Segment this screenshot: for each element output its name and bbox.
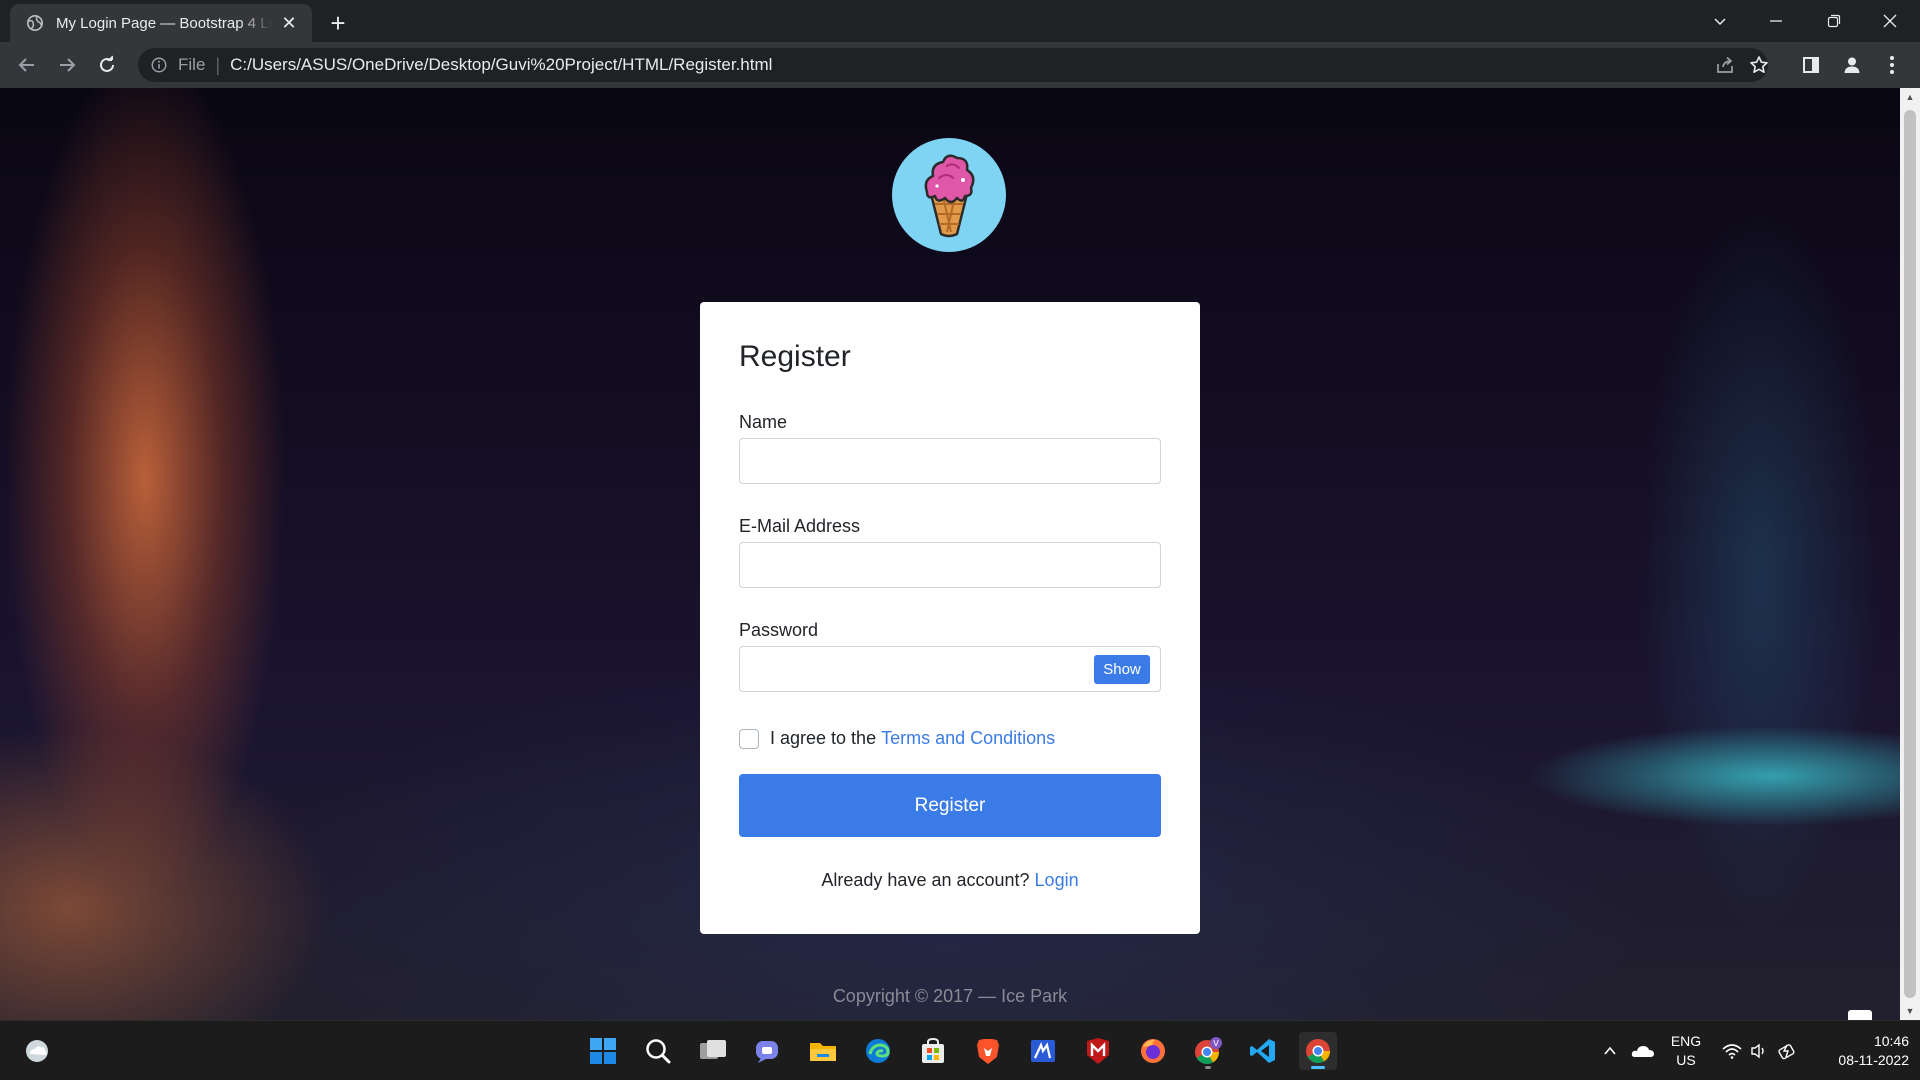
back-icon[interactable] bbox=[11, 49, 43, 81]
page-title: Register bbox=[739, 340, 851, 373]
address-bar[interactable]: File | C:/Users/ASUS/OneDrive/Desktop/Gu… bbox=[138, 48, 1768, 82]
vendor-app-icon[interactable] bbox=[1024, 1032, 1062, 1070]
clock[interactable]: 10:46 08-11-2022 bbox=[1808, 1021, 1914, 1080]
file-explorer-icon[interactable] bbox=[804, 1032, 842, 1070]
brave-icon[interactable] bbox=[969, 1032, 1007, 1070]
menu-icon[interactable] bbox=[1876, 49, 1908, 81]
page-viewport: Register Name E-Mail Address Password Sh… bbox=[0, 88, 1900, 1020]
register-button[interactable]: Register bbox=[739, 774, 1161, 837]
chrome-icon[interactable] bbox=[1299, 1032, 1337, 1070]
terms-agreement: I agree to the Terms and Conditions bbox=[739, 728, 1055, 749]
bookmark-star-icon[interactable] bbox=[1742, 48, 1776, 82]
terms-link[interactable]: Terms and Conditions bbox=[881, 728, 1055, 749]
password-label: Password bbox=[739, 620, 819, 640]
terms-checkbox[interactable] bbox=[739, 728, 759, 749]
battery-icon[interactable] bbox=[1774, 1021, 1802, 1080]
tab-search-icon[interactable] bbox=[1692, 0, 1748, 42]
close-window-icon[interactable] bbox=[1862, 0, 1918, 42]
floating-widget[interactable] bbox=[1848, 1010, 1872, 1020]
search-icon[interactable] bbox=[639, 1032, 677, 1070]
name-label: Name bbox=[739, 412, 788, 432]
mcafee-icon[interactable] bbox=[1079, 1032, 1117, 1070]
browser-tab[interactable]: My Login Page — Bootstrap 4 Login Page S… bbox=[10, 4, 312, 42]
url-separator: | bbox=[215, 54, 221, 75]
scroll-thumb[interactable] bbox=[1904, 110, 1916, 998]
scroll-up-icon[interactable]: ▲ bbox=[1900, 88, 1920, 106]
restore-icon[interactable] bbox=[1806, 0, 1862, 42]
url-scheme-label: File bbox=[178, 55, 206, 74]
profile-icon[interactable] bbox=[1836, 49, 1868, 81]
email-label: E-Mail Address bbox=[739, 516, 861, 536]
active-indicator bbox=[1311, 1066, 1325, 1069]
language-indicator[interactable]: ENG US bbox=[1664, 1021, 1708, 1080]
microsoft-store-icon[interactable] bbox=[914, 1032, 952, 1070]
onedrive-icon[interactable] bbox=[1628, 1021, 1658, 1080]
firefox-icon[interactable] bbox=[1134, 1032, 1172, 1070]
vscode-icon[interactable] bbox=[1244, 1032, 1282, 1070]
clock-date: 08-11-2022 bbox=[1838, 1052, 1909, 1068]
running-indicator bbox=[1205, 1066, 1211, 1069]
teams-chat-icon[interactable] bbox=[749, 1032, 787, 1070]
register-card: Register Name E-Mail Address Password Sh… bbox=[700, 302, 1200, 934]
tray-overflow-icon[interactable] bbox=[1598, 1021, 1622, 1080]
lang-line1: ENG bbox=[1670, 1033, 1702, 1049]
browser-toolbar: File | C:/Users/ASUS/OneDrive/Desktop/Gu… bbox=[0, 42, 1920, 88]
tab-title: My Login Page — Bootstrap 4 Login Page S… bbox=[56, 14, 272, 32]
task-view-icon[interactable] bbox=[694, 1032, 732, 1070]
tab-close-icon[interactable]: ✕ bbox=[278, 12, 300, 34]
show-password-button[interactable]: Show bbox=[1094, 655, 1150, 684]
vertical-scrollbar[interactable]: ▲ ▼ bbox=[1900, 88, 1920, 1020]
edge-icon[interactable] bbox=[859, 1032, 897, 1070]
ice-cream-cone-icon bbox=[924, 154, 975, 238]
login-prompt: Already have an account? Login bbox=[700, 870, 1200, 891]
reload-icon[interactable] bbox=[91, 49, 123, 81]
ice-cream-logo bbox=[892, 138, 1006, 252]
url-text[interactable]: C:/Users/ASUS/OneDrive/Desktop/Guvi%20Pr… bbox=[230, 55, 772, 75]
globe-icon bbox=[26, 14, 44, 32]
account-text: Already have an account? bbox=[821, 870, 1035, 890]
name-input[interactable] bbox=[739, 438, 1161, 484]
login-link[interactable]: Login bbox=[1035, 870, 1079, 890]
tab-strip: My Login Page — Bootstrap 4 Login Page S… bbox=[0, 0, 1920, 42]
svg-text:V: V bbox=[1213, 1039, 1219, 1048]
clock-time: 10:46 bbox=[1873, 1033, 1909, 1049]
email-input[interactable] bbox=[739, 542, 1161, 588]
copyright-text: Copyright © 2017 — Ice Park bbox=[832, 986, 1068, 1006]
start-icon[interactable] bbox=[584, 1032, 622, 1070]
scroll-down-icon[interactable]: ▼ bbox=[1900, 1002, 1920, 1020]
agree-text: I agree to the bbox=[770, 728, 882, 748]
chrome-profile-icon[interactable]: V bbox=[1189, 1032, 1227, 1070]
volume-icon[interactable] bbox=[1746, 1021, 1772, 1080]
forward-icon[interactable] bbox=[51, 49, 83, 81]
info-icon[interactable] bbox=[150, 56, 168, 74]
weather-widget-icon[interactable] bbox=[18, 1032, 56, 1070]
taskbar: V ENG US 10:46 08-11-2022 bbox=[0, 1020, 1920, 1080]
password-input[interactable]: Show bbox=[739, 646, 1161, 692]
lang-line2: US bbox=[1676, 1052, 1696, 1068]
new-tab-button[interactable]: + bbox=[323, 8, 353, 38]
minimize-icon[interactable] bbox=[1748, 0, 1804, 42]
wifi-icon[interactable] bbox=[1718, 1021, 1746, 1080]
share-icon[interactable] bbox=[1708, 48, 1742, 82]
side-panel-icon[interactable] bbox=[1795, 49, 1827, 81]
